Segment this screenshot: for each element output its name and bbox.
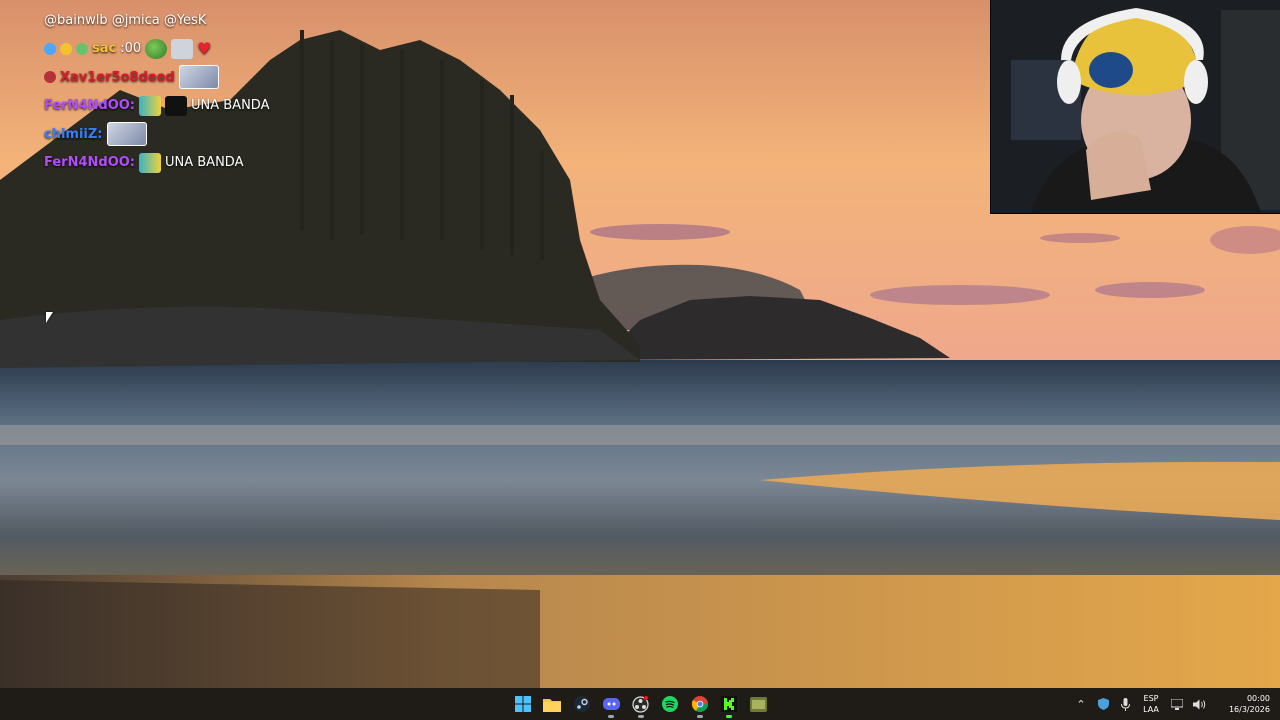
stream-chat-overlay: @bainwlb @jmica @YesK sac :00 ♥ Xav1er5o…	[44, 6, 344, 177]
running-indicator	[696, 715, 703, 718]
chat-username: FerN4NdOO:	[44, 98, 135, 114]
chat-message: @bainwlb @jmica @YesK	[44, 6, 344, 35]
windows-start-icon[interactable]	[508, 688, 538, 720]
chat-message: sac :00 ♥	[44, 35, 344, 64]
badge-icon	[44, 71, 56, 84]
language-code: ESP	[1143, 694, 1159, 703]
emote-icon	[106, 122, 147, 147]
running-indicator	[608, 715, 615, 718]
chat-text: @bainwlb @jmica @YesK	[44, 12, 207, 28]
clock-time: 00:00	[1246, 694, 1270, 703]
volume-icon[interactable]	[1188, 688, 1210, 720]
chat-text: UNA BANDA	[191, 98, 270, 114]
keyboard-layout: LAA	[1143, 705, 1159, 714]
game-icon[interactable]	[744, 688, 774, 720]
running-indicator	[637, 715, 644, 718]
emote-icon	[171, 38, 194, 59]
emote-icon	[139, 152, 161, 173]
frog-emote-icon	[145, 38, 168, 59]
kick-icon[interactable]	[715, 688, 745, 720]
badge-icon	[44, 42, 56, 55]
chat-text: :00	[120, 41, 142, 57]
badge-icon	[76, 42, 88, 55]
steam-icon[interactable]	[567, 688, 597, 720]
running-indicator	[726, 715, 733, 718]
taskbar-apps	[508, 688, 774, 720]
chevron-up-icon[interactable]: ⌃	[1070, 688, 1092, 720]
network-icon[interactable]	[1166, 688, 1188, 720]
chat-text: UNA BANDA	[165, 155, 244, 171]
webcam-overlay	[990, 0, 1280, 214]
chat-message: FerN4NdOO: UNA BANDA	[44, 92, 344, 121]
emote-icon	[139, 95, 161, 116]
discord-icon[interactable]	[597, 688, 627, 720]
chat-username: Xav1er5o8deed	[60, 69, 175, 85]
spotify-icon[interactable]	[656, 688, 686, 720]
webcam-scene	[991, 0, 1280, 213]
system-tray: ⌃ ESP LAA 00:00 16/3/2026	[1070, 688, 1280, 720]
heart-icon: ♥	[197, 39, 212, 59]
chat-message: chimiiZ:	[44, 120, 344, 149]
chat-message: FerN4NdOO: UNA BANDA	[44, 149, 344, 178]
taskbar: ⌃ ESP LAA 00:00 16/3/2026	[0, 688, 1280, 720]
chat-username: FerN4NdOO:	[44, 155, 135, 171]
mouse-cursor-icon	[46, 312, 53, 323]
security-shield-icon[interactable]	[1092, 688, 1114, 720]
obs-icon[interactable]	[626, 688, 656, 720]
chat-message: Xav1er5o8deed	[44, 63, 344, 92]
badge-icon	[60, 42, 72, 55]
clock-date: 16/3/2026	[1228, 705, 1270, 714]
microphone-icon[interactable]	[1114, 688, 1136, 720]
chat-username: sac	[92, 41, 117, 57]
emote-icon	[178, 65, 219, 90]
emote-icon	[165, 95, 187, 116]
clock[interactable]: 00:00 16/3/2026	[1210, 693, 1280, 715]
chat-username: chimiiZ:	[44, 126, 103, 142]
language-indicator[interactable]: ESP LAA	[1136, 693, 1166, 715]
file-explorer-icon[interactable]	[538, 688, 568, 720]
chrome-icon[interactable]	[685, 688, 715, 720]
